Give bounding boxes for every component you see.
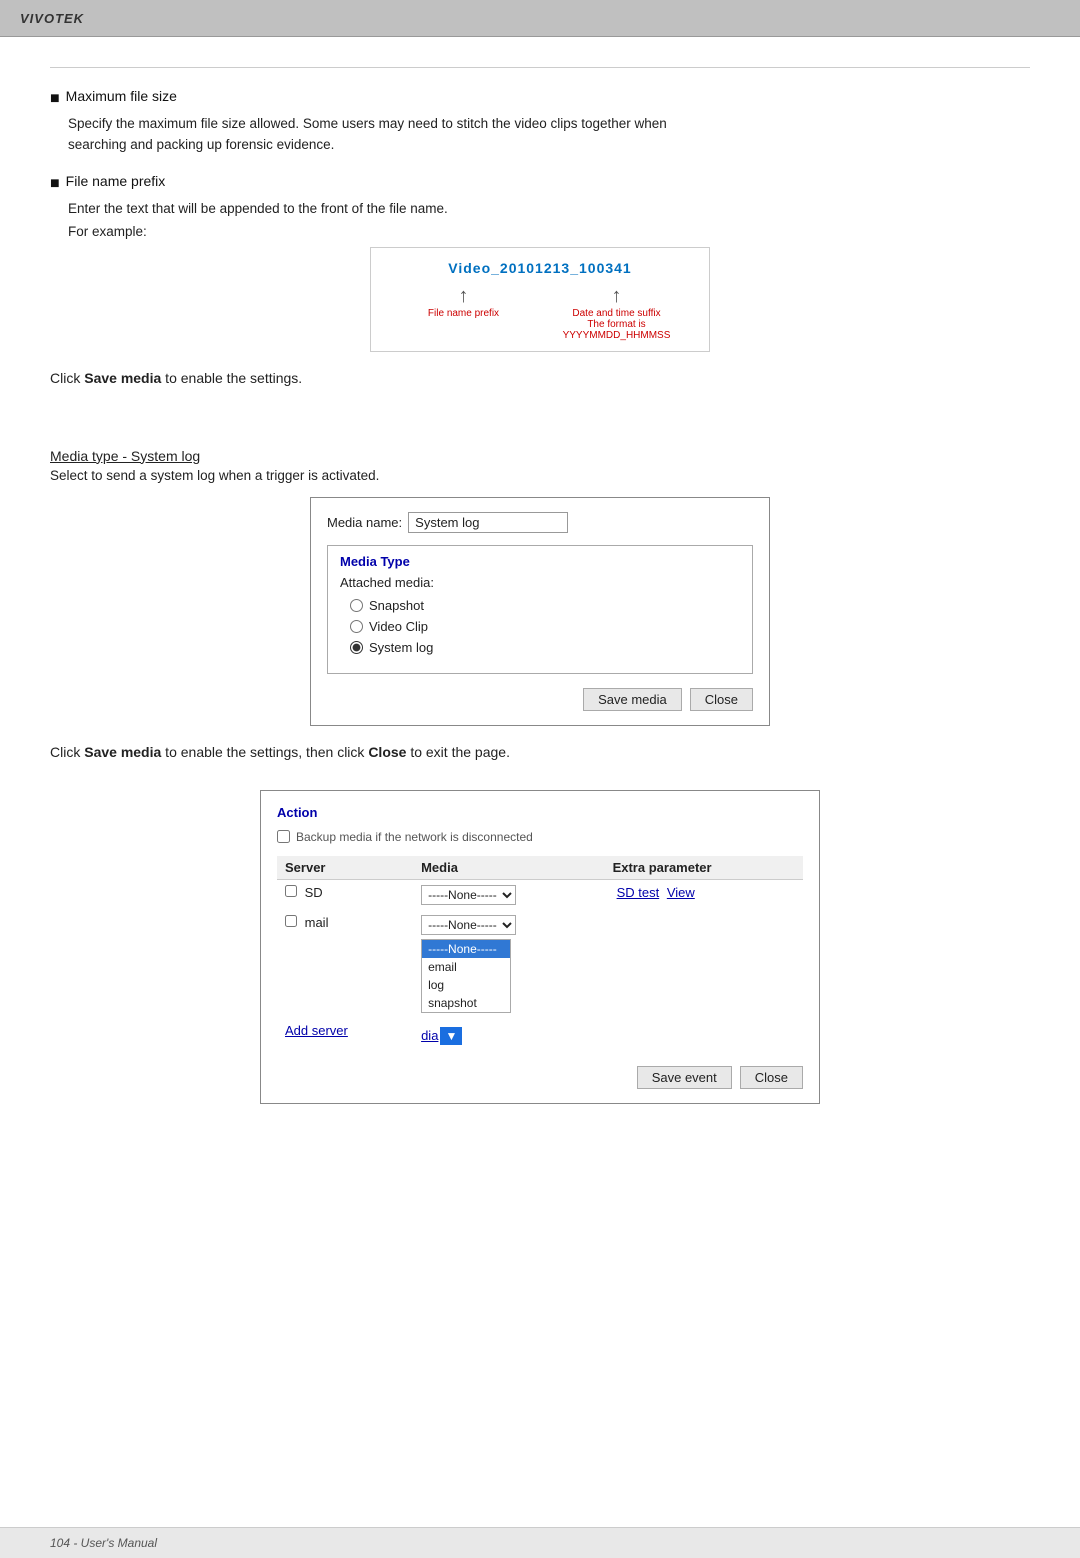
view-link[interactable]: View [667, 885, 695, 900]
radio-system-log[interactable] [350, 641, 363, 654]
system-log-dialog: Media name: Media Type Attached media: S… [310, 497, 770, 726]
mail-label: mail [305, 915, 329, 930]
click-text-after: to enable the settings. [161, 370, 302, 386]
dropdown-item-none[interactable]: -----None----- [422, 940, 510, 958]
radio-snapshot-label: Snapshot [369, 598, 424, 613]
click-2-after: to exit the page. [406, 744, 510, 760]
arrow-left: ↑ [459, 286, 469, 306]
file-prefix-body: Enter the text that will be appended to … [68, 199, 1030, 219]
dropdown-popup: -----None----- email log snapshot [421, 939, 511, 1013]
radio-snapshot[interactable] [350, 599, 363, 612]
mail-extras-cell [605, 910, 803, 1018]
header: VIVOTEK [0, 0, 1080, 37]
arrows-row: ↑ ↑ [387, 286, 693, 306]
backup-label: Backup media if the network is disconnec… [296, 830, 533, 844]
table-row: mail -----None----- -----None----- [277, 910, 803, 1018]
media-name-row: Media name: [327, 512, 753, 533]
sd-server-cell: SD [277, 879, 413, 910]
radio-video-clip-label: Video Clip [369, 619, 428, 634]
arrow-right: ↑ [612, 286, 622, 306]
mail-server-cell: mail [277, 910, 413, 1018]
label-file-prefix: File name prefix [387, 308, 540, 341]
action-table: Server Media Extra parameter SD -----Non… [277, 856, 803, 1050]
dropdown-item-email[interactable]: email [422, 958, 510, 976]
system-log-heading: Media type - System log [50, 448, 1030, 464]
click-save-media-2: Click Save media to enable the settings,… [50, 744, 1030, 760]
radio-video-clip-row: Video Clip [350, 619, 740, 634]
save-media-bold-1: Save media [84, 370, 161, 386]
file-prefix-heading: File name prefix [66, 173, 166, 189]
radio-video-clip[interactable] [350, 620, 363, 633]
system-log-subtext: Select to send a system log when a trigg… [50, 468, 1030, 483]
action-bottom-buttons: Save event Close [277, 1066, 803, 1089]
filename-example-text: Video_20101213_100341 [387, 260, 693, 276]
col-extra-header: Extra parameter [605, 856, 803, 880]
max-file-size-body2: searching and packing up forensic eviden… [68, 135, 1030, 155]
mail-media-select[interactable]: -----None----- [421, 915, 516, 935]
dialog-buttons: Save media Close [327, 688, 753, 711]
for-example-label: For example: [68, 224, 1030, 239]
add-media-link[interactable]: dia [421, 1028, 438, 1043]
save-event-button[interactable]: Save event [637, 1066, 732, 1089]
radio-snapshot-row: Snapshot [350, 598, 740, 613]
backup-row: Backup media if the network is disconnec… [277, 830, 803, 844]
labels-row: File name prefix Date and time suffixThe… [387, 308, 693, 341]
bullet-2: ■ [50, 173, 60, 195]
radio-system-log-label: System log [369, 640, 433, 655]
mail-media-area: -----None----- -----None----- email log … [421, 915, 597, 1013]
table-row: Add server dia ▼ [277, 1018, 803, 1050]
section-max-file-size: ■ Maximum file size Specify the maximum … [50, 88, 1030, 155]
max-file-size-body1: Specify the maximum file size allowed. S… [68, 114, 1030, 134]
sd-test-link[interactable]: SD test [617, 885, 660, 900]
backup-checkbox[interactable] [277, 830, 290, 843]
brand-title: VIVOTEK [20, 11, 84, 26]
sd-extras-cell: SD test View [605, 879, 803, 910]
action-table-header: Server Media Extra parameter [277, 856, 803, 880]
attached-media-label: Attached media: [340, 575, 740, 590]
sd-media-select[interactable]: -----None----- [421, 885, 516, 905]
label-datetime: Date and time suffixThe format is YYYYMM… [540, 308, 693, 341]
mail-media-cell: -----None----- -----None----- email log … [413, 910, 605, 1018]
click-2-before: Click [50, 744, 84, 760]
sd-media-cell: -----None----- [413, 879, 605, 910]
action-box: Action Backup media if the network is di… [260, 790, 820, 1104]
action-close-button[interactable]: Close [740, 1066, 803, 1089]
dialog-close-button[interactable]: Close [690, 688, 753, 711]
click-2-middle: to enable the settings, then click [161, 744, 368, 760]
dropdown-item-log[interactable]: log [422, 976, 510, 994]
save-media-button[interactable]: Save media [583, 688, 682, 711]
max-file-size-heading: Maximum file size [66, 88, 177, 104]
radio-system-log-row: System log [350, 640, 740, 655]
sd-checkbox[interactable] [285, 885, 297, 897]
media-type-legend: Media Type [340, 554, 740, 569]
media-name-input[interactable] [408, 512, 568, 533]
add-server-link[interactable]: Add server [285, 1023, 348, 1038]
section-file-prefix: ■ File name prefix Enter the text that w… [50, 173, 1030, 352]
col-server-header: Server [277, 856, 413, 880]
media-name-label: Media name: [327, 515, 402, 530]
dropdown-item-snapshot[interactable]: snapshot [422, 994, 510, 1012]
col-media-header: Media [413, 856, 605, 880]
add-media-dropdown-btn[interactable]: ▼ [440, 1027, 462, 1045]
footer-text: 104 - User's Manual [50, 1536, 157, 1550]
add-server-cell: Add server [277, 1018, 413, 1050]
separator [50, 67, 1030, 68]
section-system-log: Media type - System log Select to send a… [50, 448, 1030, 726]
sd-label: SD [305, 885, 323, 900]
save-media-bold-2: Save media [84, 744, 161, 760]
footer: 104 - User's Manual [0, 1527, 1080, 1558]
filename-example-box: Video_20101213_100341 ↑ ↑ File name pref… [370, 247, 710, 352]
click-text-before: Click [50, 370, 84, 386]
bullet-1: ■ [50, 88, 60, 110]
add-extras-cell [605, 1018, 803, 1050]
add-media-row: dia ▼ [421, 1027, 597, 1045]
close-bold: Close [368, 744, 406, 760]
table-row: SD -----None----- SD test View [277, 879, 803, 910]
mail-checkbox[interactable] [285, 915, 297, 927]
click-save-media-1: Click Save media to enable the settings. [50, 370, 1030, 386]
media-type-group: Media Type Attached media: Snapshot Vide… [327, 545, 753, 674]
main-content: ■ Maximum file size Specify the maximum … [0, 37, 1080, 1527]
action-title: Action [277, 805, 803, 820]
add-media-cell: dia ▼ [413, 1018, 605, 1050]
